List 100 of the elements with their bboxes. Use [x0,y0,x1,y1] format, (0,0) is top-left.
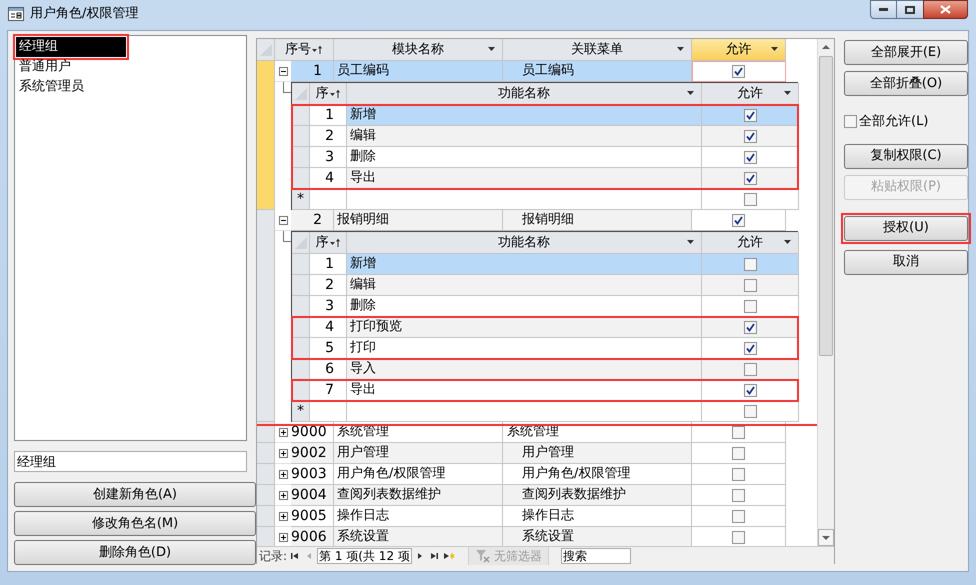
row-selector[interactable] [292,380,310,401]
table-cell: 新增 [347,105,702,126]
dropdown-icon[interactable] [784,91,792,96]
action-button[interactable]: 删除角色(D) [14,540,256,565]
table-cell [310,189,347,210]
column-header[interactable]: 序号 [275,39,334,61]
table-cell: 用户管理 [503,443,692,464]
expand-icon[interactable] [278,428,288,436]
scroll-down-icon[interactable] [818,529,834,546]
checkbox[interactable] [744,130,756,142]
checkbox[interactable] [844,115,857,128]
checkbox[interactable] [732,64,745,78]
checkbox[interactable] [732,426,745,438]
table-cell: 9002 [291,443,334,464]
column-header[interactable]: 模块名称 [334,39,503,61]
checkbox-label[interactable]: 全部允许(L) [859,112,928,132]
checkbox[interactable] [744,300,756,312]
expand-icon[interactable] [278,490,288,500]
record-position-field[interactable]: 第 1 项(共 12 项 [317,548,412,564]
expand-icon[interactable] [278,448,288,458]
table-cell: 删除 [347,296,702,317]
new-row-marker: * [292,401,310,422]
vertical-scrollbar[interactable] [817,39,834,546]
table-cell: 删除 [347,147,702,168]
table-cell: 系统设置 [503,527,692,546]
table-cell: 4 [310,317,347,338]
dropdown-icon[interactable] [687,91,695,96]
table-cell: 9006 [291,527,334,546]
row-selector[interactable] [292,317,310,338]
table-cell: 查阅列表数据维护 [334,485,503,506]
expand-icon[interactable] [278,470,288,478]
sort-icon[interactable] [311,44,323,54]
row-selector[interactable] [292,147,310,168]
checkbox[interactable] [744,362,756,376]
table-cell: 9005 [291,506,334,527]
checkbox[interactable] [744,342,756,354]
expand-icon[interactable] [278,512,288,520]
table-cell: 1 [291,61,334,82]
row-selector[interactable] [292,359,310,380]
table-cell: 用户角色/权限管理 [334,464,503,485]
sort-icon[interactable] [328,88,340,98]
checkbox[interactable] [732,488,745,502]
table-cell: 1 [310,105,347,126]
search-field[interactable]: 搜索 [560,548,631,564]
collapse-icon[interactable] [278,66,288,76]
row-selector[interactable] [292,168,310,189]
close-icon [940,5,951,14]
action-button[interactable]: 复制权限(C) [844,144,968,168]
collapse-icon[interactable] [278,216,288,224]
checkbox[interactable] [744,404,756,418]
table-cell: 3 [310,147,347,168]
column-header[interactable]: 序 [310,232,347,254]
checkbox[interactable] [744,278,756,292]
minimize-icon [879,8,888,11]
checkbox[interactable] [744,258,756,270]
column-header[interactable]: 允许 [692,39,786,61]
table-cell [310,401,347,422]
dropdown-icon[interactable] [687,240,695,245]
action-button[interactable]: 全部折叠(O) [844,71,968,96]
row-selector[interactable] [292,338,310,359]
row-selector[interactable] [292,296,310,317]
column-header[interactable]: 关联菜单 [503,39,692,61]
action-button[interactable]: 全部展开(E) [844,40,968,65]
checkbox[interactable] [744,384,756,396]
dropdown-icon[interactable] [488,47,496,52]
close-button[interactable] [923,0,968,19]
table-cell: 报销明细 [334,210,503,231]
maximize-button[interactable] [897,0,923,19]
role-item[interactable]: 系统管理员 [16,77,245,97]
checkbox[interactable] [732,214,745,226]
action-button[interactable]: 授权(U) [844,216,968,240]
table-cell: 打印预览 [347,317,702,338]
role-item[interactable]: 普通用户 [16,57,245,77]
action-button[interactable]: 修改角色名(M) [14,511,256,536]
dropdown-icon[interactable] [784,240,792,245]
checkbox[interactable] [744,150,756,164]
checkbox[interactable] [744,172,756,184]
checkbox[interactable] [744,320,756,334]
table-cell: 导入 [347,359,702,380]
filter-icon [474,548,491,562]
action-button[interactable]: 创建新角色(A) [14,482,256,507]
column-header[interactable]: 允许 [702,232,799,254]
dropdown-icon[interactable] [771,47,779,52]
checkbox[interactable] [732,530,745,544]
sort-icon[interactable] [328,238,340,248]
action-button[interactable]: 取消 [844,250,968,274]
checkbox[interactable] [732,510,745,522]
column-header[interactable]: 功能名称 [347,232,702,254]
scrollbar-thumb[interactable] [819,56,833,356]
checkbox[interactable] [744,192,756,206]
minimize-button[interactable] [870,0,897,19]
row-selector[interactable] [292,105,310,126]
checkbox[interactable] [744,108,756,122]
expand-icon[interactable] [278,532,288,542]
row-selector[interactable] [292,126,310,147]
checkbox[interactable] [732,468,745,480]
role-item[interactable]: 经理组 [16,37,126,57]
checkbox[interactable] [732,446,745,460]
role-name-field[interactable]: 经理组 [14,451,247,472]
dropdown-icon[interactable] [677,47,685,52]
